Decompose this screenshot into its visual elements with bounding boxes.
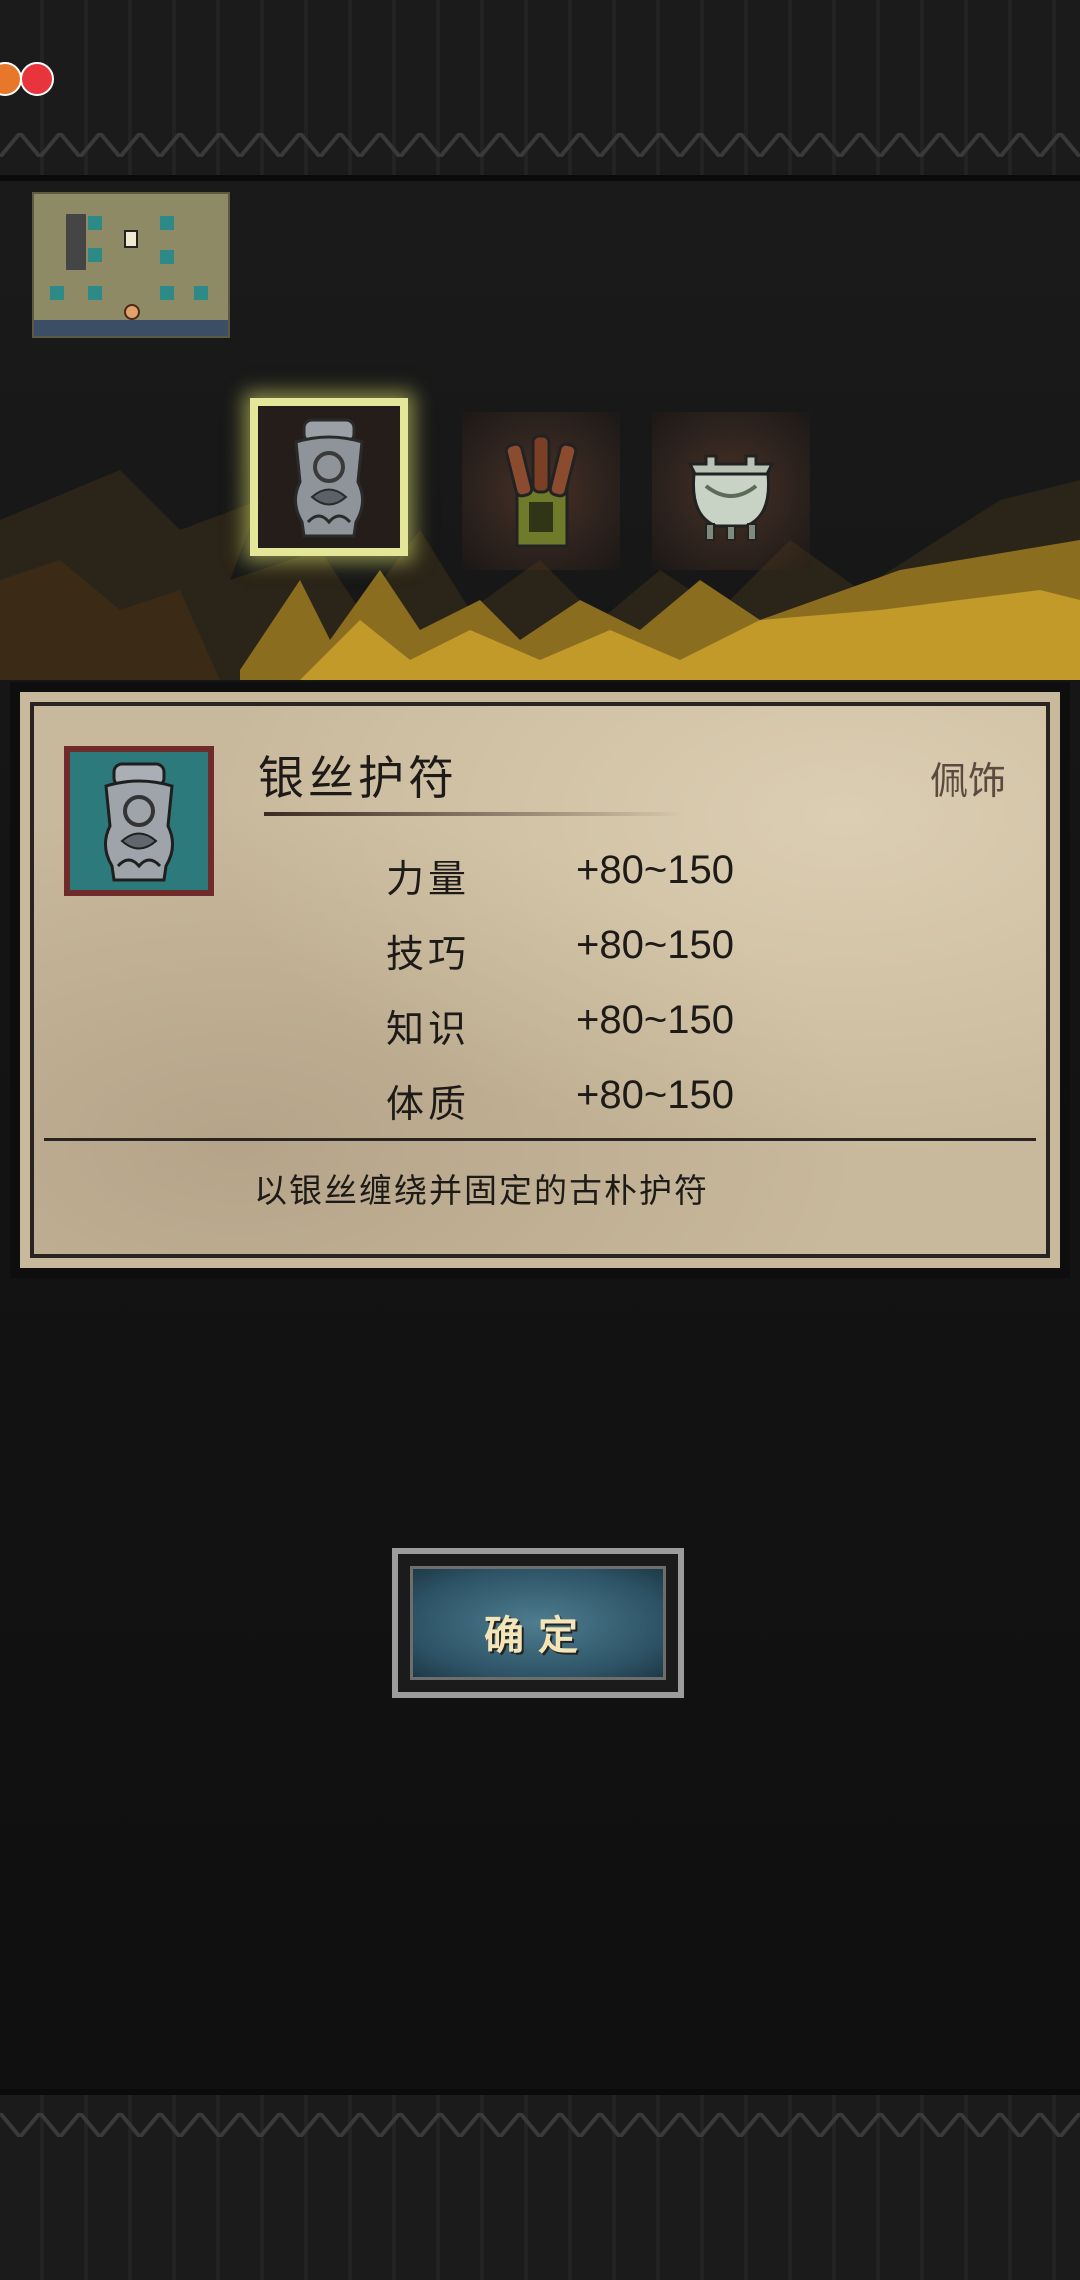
- item-slot-scroll-bundle[interactable]: [462, 412, 620, 570]
- confirm-button[interactable]: 确定: [392, 1548, 684, 1698]
- stat-list: 力量 +80~150 技巧 +80~150 知识 +80~150 体质 +80~…: [386, 840, 806, 1140]
- confirm-button-face: 确定: [410, 1566, 666, 1680]
- zigzag-pattern: [0, 133, 1080, 157]
- stat-label: 力量: [386, 857, 471, 901]
- minimap-tile: [160, 250, 174, 264]
- stat-value: +80~150: [576, 848, 734, 892]
- minimap-tile: [50, 286, 64, 300]
- minimap[interactable]: [32, 192, 230, 338]
- silver-amulet-icon: [104, 762, 174, 882]
- bottom-decorative-band: [0, 2089, 1080, 2280]
- stat-row: 力量 +80~150: [386, 840, 806, 915]
- scroll-bundle-icon: [504, 434, 578, 548]
- name-underline: [264, 812, 684, 816]
- top-decorative-band: [0, 0, 1080, 181]
- minimap-tile: [160, 286, 174, 300]
- red-status-dot-icon[interactable]: [20, 62, 54, 96]
- stat-label: 知识: [386, 1007, 471, 1051]
- cauldron-icon: [687, 454, 775, 541]
- item-type: 佩饰: [929, 759, 1006, 803]
- item-detail-panel: 银丝护符 佩饰 力量 +80~150 技巧 +80~150 知识 +80~150…: [10, 682, 1070, 1278]
- zigzag-pattern: [0, 2113, 1080, 2137]
- minimap-tile: [160, 216, 174, 230]
- item-slot-silver-amulet[interactable]: [250, 398, 408, 556]
- stat-label: 技巧: [386, 932, 471, 976]
- panel-paper: 银丝护符 佩饰 力量 +80~150 技巧 +80~150 知识 +80~150…: [30, 702, 1050, 1258]
- stat-row: 知识 +80~150: [386, 990, 806, 1065]
- stat-value: +80~150: [576, 998, 734, 1042]
- minimap-door-icon: [124, 230, 138, 248]
- stat-row: 体质 +80~150: [386, 1065, 806, 1140]
- stat-value: +80~150: [576, 1073, 734, 1117]
- stat-value: +80~150: [576, 923, 734, 967]
- minimap-tile: [88, 286, 102, 300]
- minimap-player-icon: [124, 304, 140, 320]
- item-slot-bronze-cauldron[interactable]: [652, 412, 810, 570]
- stat-row: 技巧 +80~150: [386, 915, 806, 990]
- stat-label: 体质: [386, 1082, 471, 1126]
- item-name: 银丝护符: [258, 751, 458, 805]
- minimap-floor: [34, 320, 228, 336]
- game-screen: 银丝护符 佩饰 力量 +80~150 技巧 +80~150 知识 +80~150…: [0, 0, 1080, 2280]
- panel-divider: [44, 1138, 1036, 1141]
- minimap-tile: [194, 286, 208, 300]
- confirm-button-label: 确定: [484, 1612, 592, 1659]
- item-description: 以银丝缠绕并固定的古朴护符: [254, 1171, 709, 1210]
- minimap-wall: [66, 214, 86, 270]
- silver-amulet-icon: [294, 418, 364, 538]
- item-portrait: [64, 746, 214, 896]
- minimap-tile: [88, 248, 102, 262]
- minimap-tile: [88, 216, 102, 230]
